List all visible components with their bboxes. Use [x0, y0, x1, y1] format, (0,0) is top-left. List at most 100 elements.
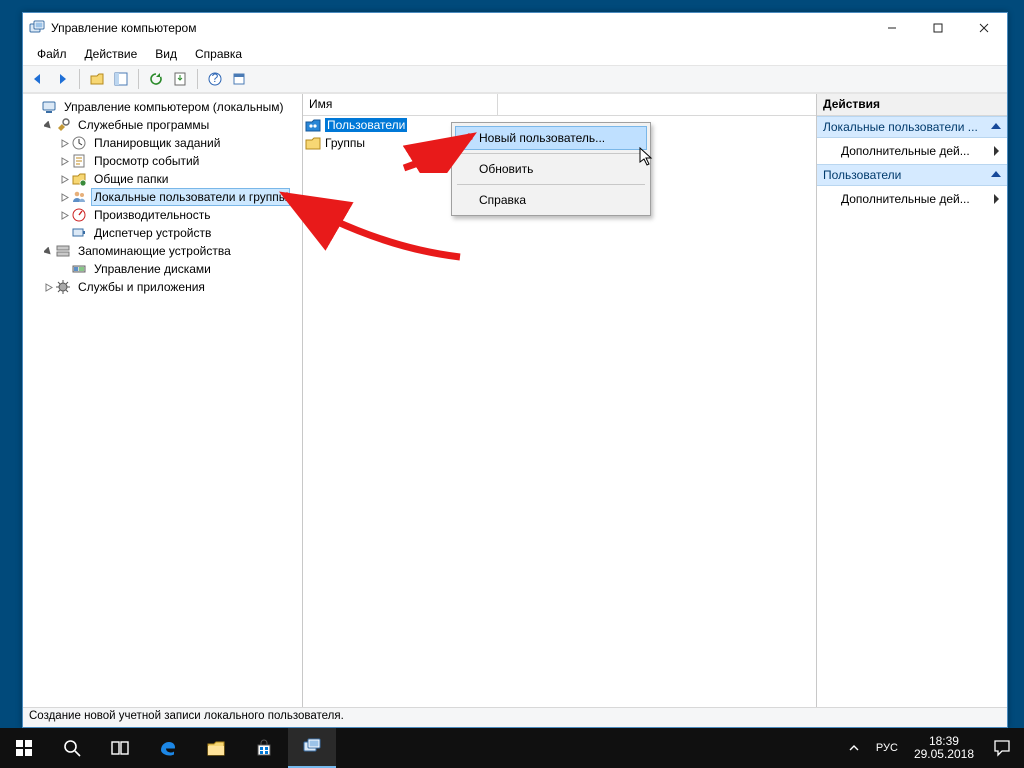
ctx-new-user[interactable]: Новый пользователь...	[455, 126, 647, 150]
tree-label-selected: Локальные пользователи и группы	[91, 188, 290, 206]
expand-icon[interactable]	[57, 175, 71, 184]
column-blank[interactable]	[498, 94, 816, 115]
minimize-button[interactable]	[869, 13, 915, 43]
taskbar-store[interactable]	[240, 728, 288, 768]
navigation-tree[interactable]: Управление компьютером (локальным) Служе…	[23, 94, 303, 707]
show-hide-tree-button[interactable]	[110, 68, 132, 90]
actions-group-lusrmgr[interactable]: Локальные пользователи ...	[817, 116, 1007, 138]
actions-more-users[interactable]: Дополнительные дей...	[817, 186, 1007, 212]
tree-root-label: Управление компьютером (локальным)	[61, 98, 287, 116]
back-button[interactable]	[27, 68, 49, 90]
help-button[interactable]: ?	[204, 68, 226, 90]
tree-local-users-groups[interactable]: Локальные пользователи и группы	[25, 188, 302, 206]
taskbar[interactable]: РУС 18:39 29.05.2018	[0, 728, 1024, 768]
tree-performance[interactable]: Производительность	[25, 206, 302, 224]
search-button[interactable]	[48, 728, 96, 768]
actions-more-lusrmgr[interactable]: Дополнительные дей...	[817, 138, 1007, 164]
taskbar-explorer[interactable]	[192, 728, 240, 768]
taskbar-edge[interactable]	[144, 728, 192, 768]
collapse-icon[interactable]	[41, 121, 55, 130]
list-item-label: Группы	[325, 136, 365, 150]
expand-icon[interactable]	[57, 193, 71, 202]
tree-label: Служебные программы	[75, 116, 212, 134]
up-button[interactable]	[86, 68, 108, 90]
actions-item-label: Дополнительные дей...	[841, 144, 970, 158]
forward-button[interactable]	[51, 68, 73, 90]
clock-date: 29.05.2018	[914, 748, 974, 761]
tree-device-manager[interactable]: Диспетчер устройств	[25, 224, 302, 242]
tree-services-apps[interactable]: Службы и приложения	[25, 278, 302, 296]
groups-folder-icon	[305, 135, 321, 151]
chevron-right-icon	[994, 194, 999, 204]
tree-disk-management[interactable]: Управление дисками	[25, 260, 302, 278]
tree-label: Запоминающие устройства	[75, 242, 234, 260]
client-area: Управление компьютером (локальным) Служе…	[23, 93, 1007, 707]
ime-indicator[interactable]: РУС	[868, 728, 906, 768]
window-titlebar[interactable]: Управление компьютером	[23, 13, 1007, 43]
column-name[interactable]: Имя	[303, 94, 498, 115]
toolbar-separator	[138, 69, 139, 89]
refresh-button[interactable]	[145, 68, 167, 90]
storage-icon	[55, 243, 71, 259]
properties-button[interactable]	[228, 68, 250, 90]
computer-management-window: Управление компьютером Файл Действие Вид…	[22, 12, 1008, 728]
tree-label: Производительность	[91, 206, 213, 224]
performance-icon	[71, 207, 87, 223]
tree-label: Диспетчер устройств	[91, 224, 214, 242]
clock-icon	[71, 135, 87, 151]
actions-group-label: Пользователи	[823, 168, 901, 182]
chevron-right-icon	[994, 146, 999, 156]
eventlog-icon	[71, 153, 87, 169]
tree-label: Планировщик заданий	[91, 134, 223, 152]
collapse-icon	[991, 123, 1001, 129]
actions-item-label: Дополнительные дей...	[841, 192, 970, 206]
actions-title: Действия	[817, 94, 1007, 116]
tree-storage[interactable]: Запоминающие устройства	[25, 242, 302, 260]
toolbar-separator	[197, 69, 198, 89]
expand-icon[interactable]	[41, 283, 55, 292]
clock[interactable]: 18:39 29.05.2018	[906, 728, 982, 768]
window-title: Управление компьютером	[51, 21, 869, 35]
action-center-button[interactable]	[982, 728, 1022, 768]
ctx-separator	[457, 184, 645, 185]
system-tray: РУС 18:39 29.05.2018	[838, 728, 1024, 768]
ctx-refresh[interactable]: Обновить	[455, 157, 647, 181]
diskmgmt-icon	[71, 261, 87, 277]
tree-label: Службы и приложения	[75, 278, 208, 296]
tree-shared-folders[interactable]: Общие папки	[25, 170, 302, 188]
menu-file[interactable]: Файл	[29, 45, 75, 63]
collapse-icon[interactable]	[41, 247, 55, 256]
expand-icon[interactable]	[57, 139, 71, 148]
taskbar-computer-management[interactable]	[288, 728, 336, 768]
ctx-help[interactable]: Справка	[455, 188, 647, 212]
tree-root[interactable]: Управление компьютером (локальным)	[25, 98, 302, 116]
actions-group-users[interactable]: Пользователи	[817, 164, 1007, 186]
tools-icon	[55, 117, 71, 133]
users-icon	[71, 189, 87, 205]
tray-overflow[interactable]	[840, 728, 868, 768]
collapse-icon	[991, 171, 1001, 177]
context-menu: Новый пользователь... Обновить Справка	[451, 122, 651, 216]
maximize-button[interactable]	[915, 13, 961, 43]
expand-icon[interactable]	[57, 157, 71, 166]
task-view-button[interactable]	[96, 728, 144, 768]
tree-task-scheduler[interactable]: Планировщик заданий	[25, 134, 302, 152]
statusbar: Создание новой учетной записи локального…	[23, 707, 1007, 727]
menu-view[interactable]: Вид	[147, 45, 185, 63]
ctx-item-label: Обновить	[479, 162, 533, 176]
details-pane: Имя Пользователи Группы Новый пользовате…	[303, 94, 817, 707]
tree-label: Общие папки	[91, 170, 171, 188]
list-item-label: Пользователи	[325, 118, 407, 132]
menu-action[interactable]: Действие	[77, 45, 146, 63]
start-button[interactable]	[0, 728, 48, 768]
close-button[interactable]	[961, 13, 1007, 43]
users-folder-icon	[305, 117, 321, 133]
list-header[interactable]: Имя	[303, 94, 816, 116]
svg-text:?: ?	[212, 71, 219, 85]
tree-system-tools[interactable]: Служебные программы	[25, 116, 302, 134]
shared-folder-icon	[71, 171, 87, 187]
tree-event-viewer[interactable]: Просмотр событий	[25, 152, 302, 170]
menu-help[interactable]: Справка	[187, 45, 250, 63]
expand-icon[interactable]	[57, 211, 71, 220]
export-list-button[interactable]	[169, 68, 191, 90]
